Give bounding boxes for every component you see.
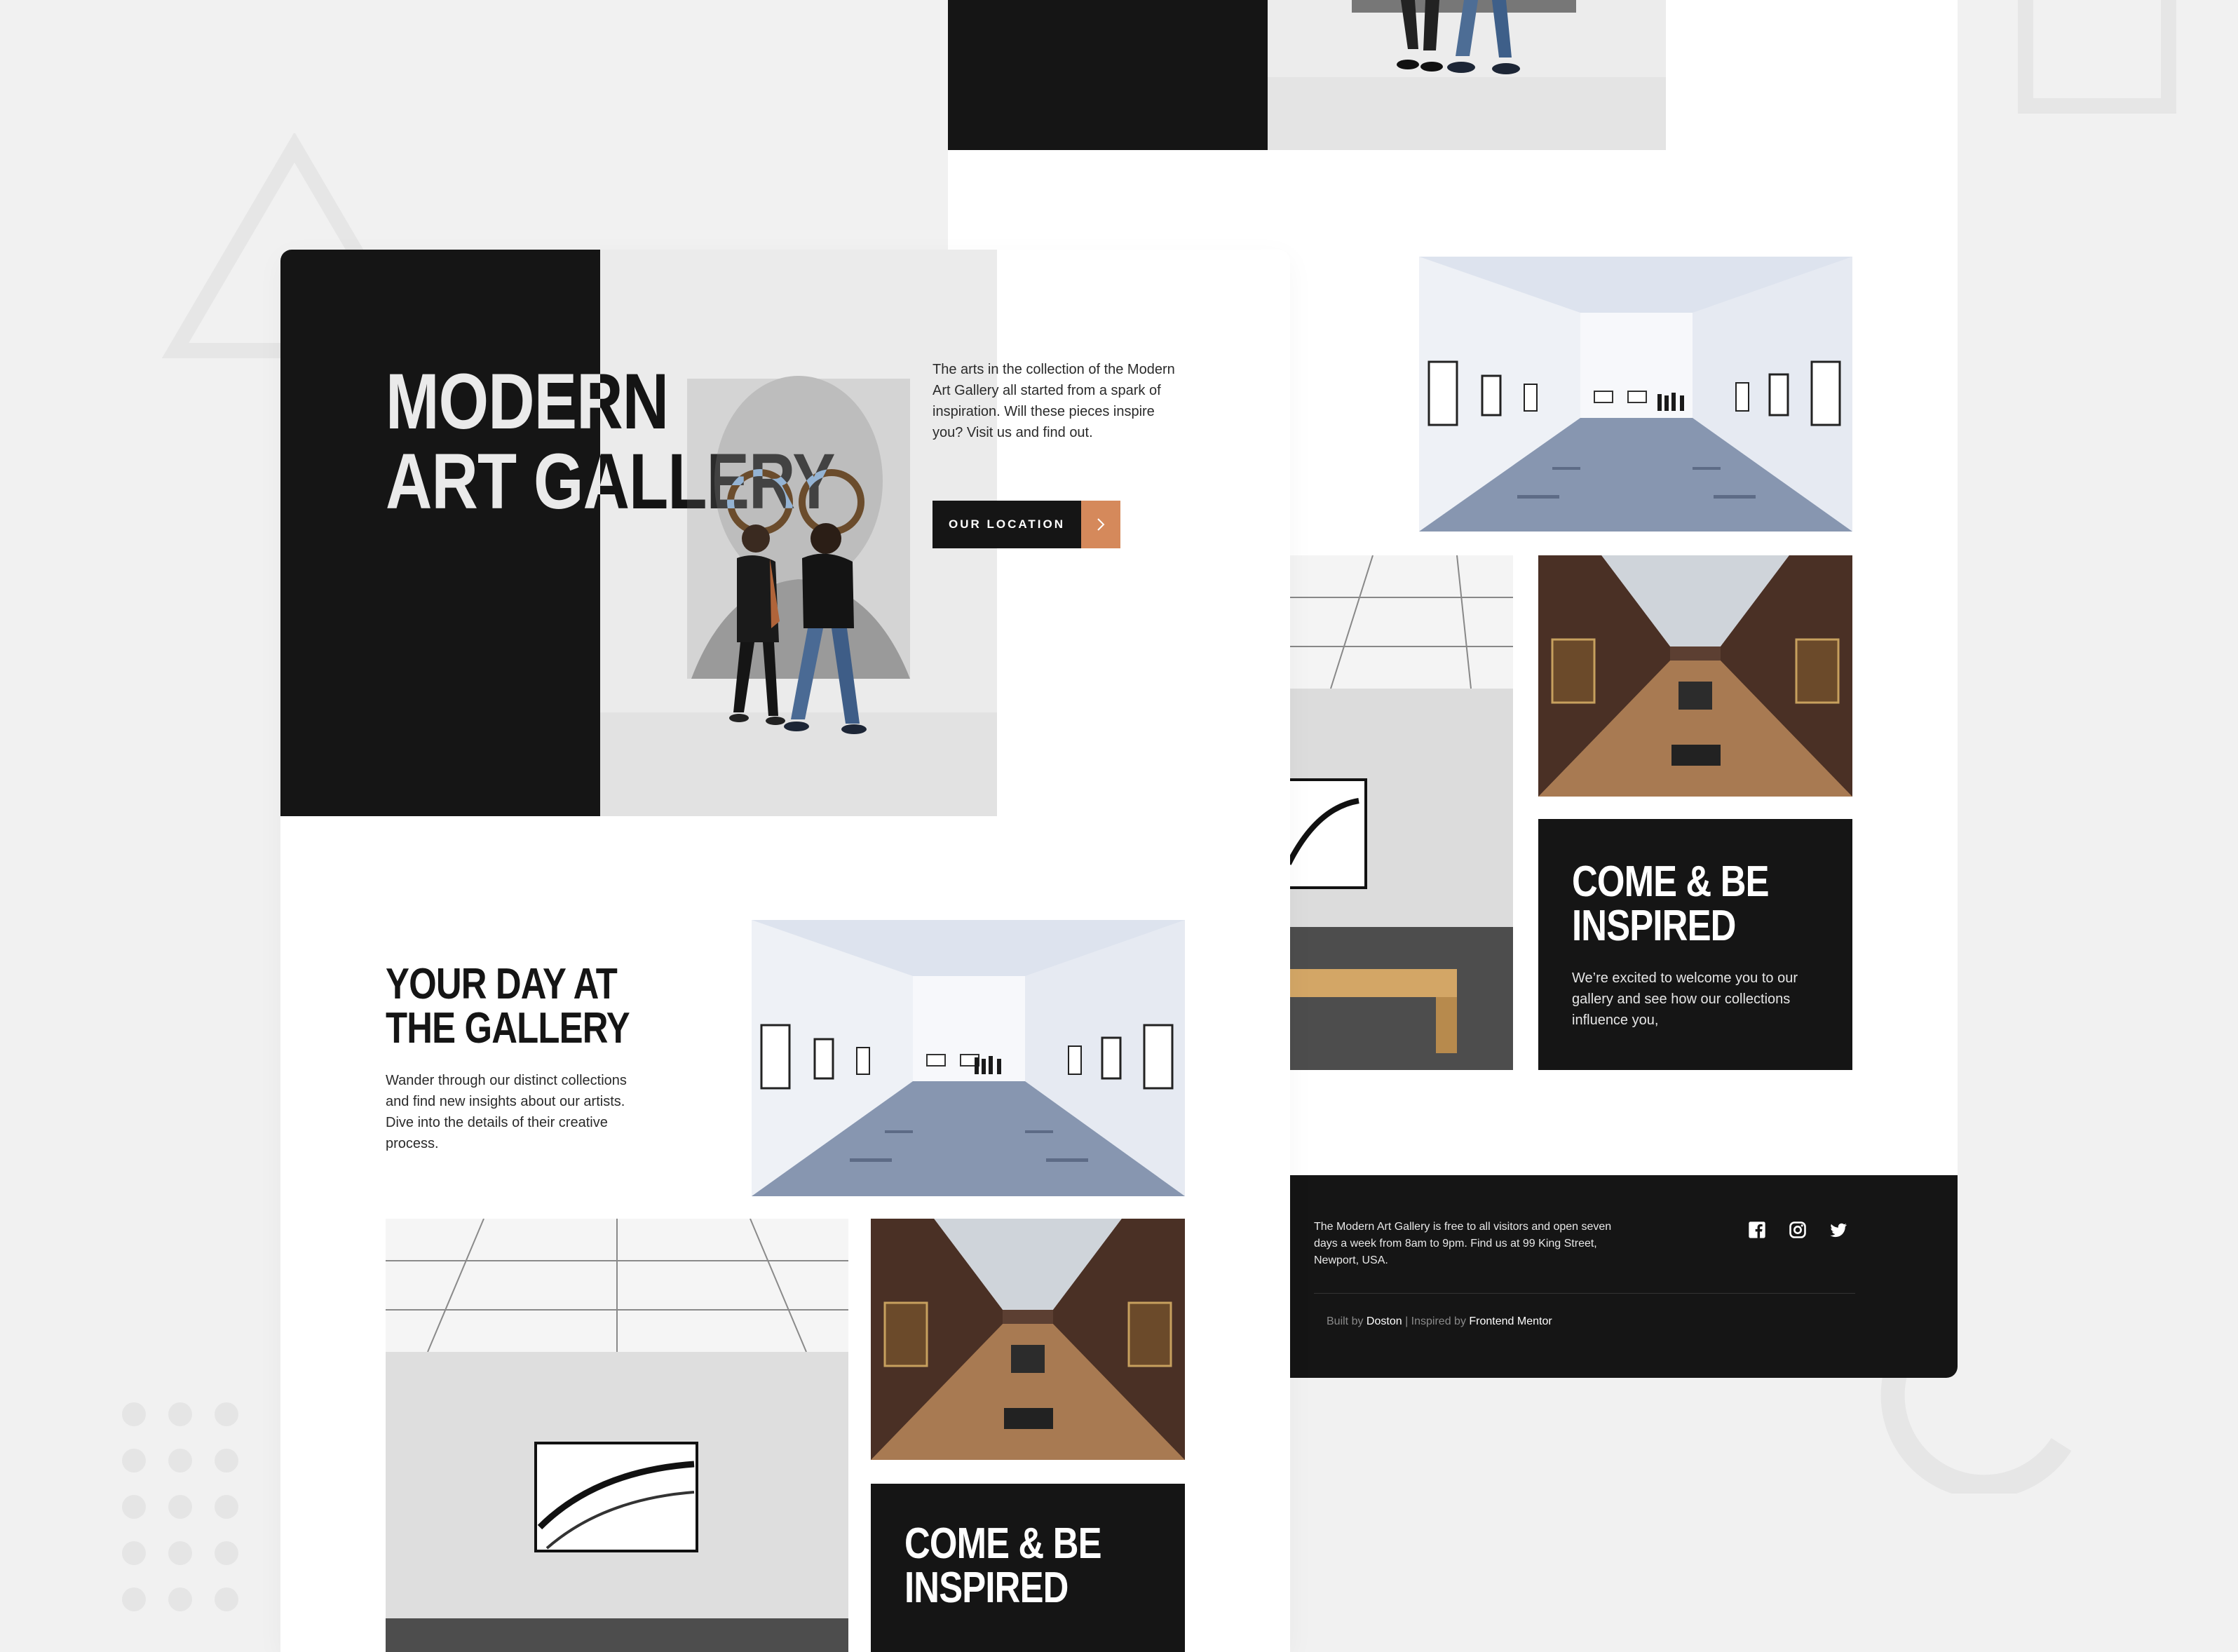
author-link[interactable]: Doston bbox=[1366, 1315, 1402, 1327]
inspired-heading: COME & BE INSPIRED bbox=[904, 1519, 1102, 1613]
hero-title-line2: ART GALLERY bbox=[386, 438, 835, 526]
gallery-day-heading-line1: YOUR DAY AT bbox=[386, 960, 618, 1008]
hero-title: MODERN ART GALLERY bbox=[386, 361, 846, 526]
hero-black-block bbox=[280, 250, 600, 816]
footer: The Modern Art Gallery is free to all vi… bbox=[1289, 1175, 1958, 1378]
our-location-label: OUR LOCATION bbox=[932, 501, 1081, 548]
facebook-icon[interactable] bbox=[1747, 1220, 1767, 1240]
frontend-mentor-link[interactable]: Frontend Mentor bbox=[1469, 1315, 1552, 1327]
footer-divider bbox=[1314, 1293, 1855, 1294]
painting-hall-image bbox=[871, 1219, 1185, 1460]
inspired-description: We’re excited to welcome you to our gall… bbox=[1572, 970, 1798, 1028]
inspired-heading-line1: COME & BE bbox=[904, 1519, 1102, 1568]
gallery-day-description: Wander through our distinct collections … bbox=[386, 1073, 627, 1151]
chevron-right-icon bbox=[1081, 501, 1120, 548]
inspired-heading-line2: INSPIRED bbox=[904, 1564, 1069, 1613]
gallery-corridor-image bbox=[752, 920, 1185, 1196]
inspired-heading: COME & BE INSPIRED bbox=[1572, 858, 1770, 951]
instagram-icon[interactable] bbox=[1788, 1220, 1808, 1240]
white-room-image bbox=[386, 1219, 848, 1652]
gallery-corridor-image bbox=[1419, 257, 1852, 532]
decorative-square bbox=[2018, 0, 2176, 114]
footer-info: The Modern Art Gallery is free to all vi… bbox=[1314, 1221, 1612, 1266]
inspired-heading-line2: INSPIRED bbox=[1572, 902, 1736, 951]
hero-black-block bbox=[948, 0, 1268, 150]
inspired-heading-line1: COME & BE bbox=[1572, 858, 1770, 906]
gallery-day-heading-line2: THE GALLERY bbox=[386, 1004, 630, 1053]
social-links bbox=[1747, 1220, 1848, 1240]
inspired-panel: COME & BE INSPIRED bbox=[871, 1484, 1185, 1652]
painting-hall-image bbox=[1538, 555, 1852, 797]
hero-description: The arts in the collection of the Modern… bbox=[932, 362, 1175, 440]
hero-title-line1: MODERN bbox=[386, 358, 669, 445]
hero-image-cropped bbox=[1268, 0, 1666, 150]
inspired-panel: COME & BE INSPIRED We’re excited to welc… bbox=[1538, 819, 1852, 1070]
our-location-button[interactable]: OUR LOCATION bbox=[932, 501, 1120, 548]
decorative-dots bbox=[122, 1402, 248, 1627]
inspired-by-label: | Inspired by bbox=[1402, 1315, 1470, 1327]
twitter-icon[interactable] bbox=[1829, 1220, 1848, 1240]
credits: Built by Doston | Inspired by Frontend M… bbox=[1327, 1315, 1552, 1328]
built-by-label: Built by bbox=[1327, 1315, 1366, 1327]
white-room-image bbox=[1289, 555, 1513, 1070]
gallery-day-heading: YOUR DAY AT THE GALLERY bbox=[386, 962, 630, 1050]
main-page: MODERN ART GALLERY The arts in the colle… bbox=[280, 250, 1290, 1652]
